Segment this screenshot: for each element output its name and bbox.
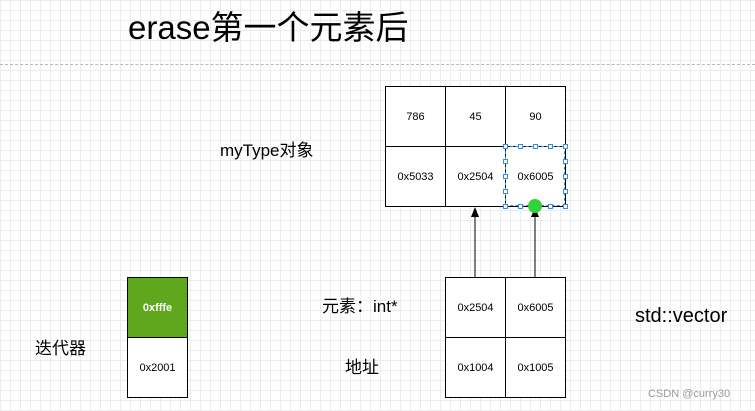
std-vector-label: std::vector bbox=[635, 305, 728, 327]
arrow-layer bbox=[471, 207, 539, 277]
address-label: 地址 bbox=[345, 358, 379, 377]
iterator-address-cell[interactable]: 0x2001 bbox=[127, 337, 188, 398]
vector-address-cell[interactable]: 0x1005 bbox=[505, 337, 566, 398]
vector-element-cell[interactable]: 0x6005 bbox=[505, 277, 566, 338]
iterator-value-cell[interactable]: 0xfffe bbox=[127, 277, 188, 338]
vector-element-cell[interactable]: 0x2504 bbox=[445, 277, 506, 338]
vector-address-cell[interactable]: 0x1004 bbox=[445, 337, 506, 398]
watermark: CSDN @curry30 bbox=[648, 388, 731, 400]
iterator-label: 迭代器 bbox=[35, 339, 86, 358]
arrowhead-icon bbox=[471, 207, 479, 217]
connection-point-icon[interactable] bbox=[528, 199, 542, 213]
element-type-label: 元素：int* bbox=[322, 297, 398, 316]
